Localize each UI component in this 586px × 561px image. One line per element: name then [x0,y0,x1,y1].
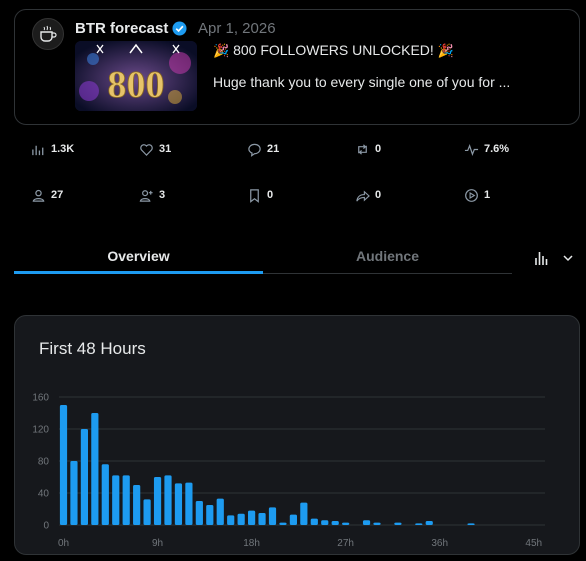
metric-value: 1 [484,189,491,201]
metric-value: 0 [375,189,382,201]
bar-hour-1[interactable] [70,461,78,525]
share-icon [356,189,370,201]
bar-hour-27[interactable] [342,522,350,525]
coffee-cup-logo-icon [40,25,57,42]
avatar[interactable] [32,18,64,50]
y-tick-label: 0 [43,521,49,532]
x-tick-label: 45h [525,538,542,549]
bar-hour-23[interactable] [300,502,308,525]
x-tick-label: 0h [58,538,69,549]
bar-hour-22[interactable] [289,514,297,525]
bar-hour-5[interactable] [112,475,120,525]
bar-hour-0[interactable] [59,405,68,525]
metric-shares[interactable]: 0 [355,187,381,203]
follows-icon [139,189,153,202]
party-popper-icon: 🎉 [213,43,230,58]
like-icon [140,143,153,156]
x-tick-label: 27h [337,538,354,549]
bar-hour-9[interactable] [153,477,162,525]
post-excerpt: Huge thank you to every single one of yo… [213,74,511,90]
x-tick-label: 36h [431,538,448,549]
metric-likes[interactable]: 31 [139,141,171,157]
y-tick-label: 40 [38,489,50,500]
metric-value: 0 [375,143,382,155]
metric-video-views[interactable]: 1 [464,187,490,203]
post-thumbnail[interactable]: 800 [75,41,197,111]
metric-value: 21 [267,143,280,155]
metric-replies[interactable]: 21 [247,141,279,157]
verified-badge-icon [172,21,187,36]
bar-hour-6[interactable] [122,475,130,525]
bar-hour-19[interactable] [258,513,266,525]
metric-value: 31 [159,143,172,155]
post-author[interactable]: BTR forecast [75,20,168,37]
bar-hour-39[interactable] [467,523,475,525]
bar-hour-17[interactable] [237,513,245,525]
bar-hour-24[interactable] [310,518,318,525]
y-tick-label: 160 [32,393,49,404]
video-views-icon [465,188,478,202]
chevron-down-icon [563,255,573,262]
bar-hour-11[interactable] [174,483,183,525]
y-tick-label: 120 [32,425,49,436]
tab-audience[interactable]: Audience [263,240,512,273]
analytics-tabs: Overview Audience [14,240,512,274]
post-card[interactable]: BTR forecast Apr 1, 2026 800 🎉 800 FOLLO… [14,9,580,125]
metric-profile-visits[interactable]: 27 [31,187,63,203]
bar-hour-35[interactable] [425,521,433,525]
bar-hour-26[interactable] [331,521,339,525]
bar-hour-7[interactable] [133,485,141,525]
bar-hour-32[interactable] [394,522,402,525]
metric-impressions[interactable]: 1.3K [31,141,74,157]
metric-bookmarks[interactable]: 0 [247,187,273,203]
bar-hour-4[interactable] [101,464,109,525]
metric-value: 0 [267,189,274,201]
bar-hour-15[interactable] [216,498,224,525]
bar-hour-29[interactable] [362,520,371,525]
bar-hour-10[interactable] [164,475,172,525]
y-tick-label: 80 [38,457,50,468]
bookmark-icon [250,188,259,203]
bar-hour-8[interactable] [143,499,151,525]
reply-icon [248,143,261,157]
impressions-icon [32,145,44,155]
chart-type-dropdown[interactable] [534,249,578,267]
profile-visits-icon [32,189,45,202]
metric-value: 1.3K [51,143,75,155]
bar-hour-3[interactable] [91,413,99,525]
bar-hour-18[interactable] [248,510,256,525]
bar-hour-14[interactable] [206,505,214,525]
bar-hour-2[interactable] [80,429,88,525]
metric-engagement-rate[interactable]: 7.6% [464,141,509,157]
metric-value: 7.6% [484,143,510,155]
chart-card: First 48 Hours 0 40 80 120 160 0h 9h 18h 27h 36h 4… [14,315,580,555]
post-date: Apr 1, 2026 [198,20,276,37]
repost-icon [358,143,367,155]
metric-value: 27 [51,189,64,201]
bar-hour-16[interactable] [227,515,235,525]
party-popper-icon: 🎉 [437,43,454,58]
post-headline-text: 800 FOLLOWERS UNLOCKED! [233,42,434,58]
bar-hour-30[interactable] [373,522,381,525]
bar-hour-20[interactable] [268,507,277,525]
active-tab-indicator [14,271,263,274]
bar-hour-12[interactable] [185,482,193,525]
bar-chart-icon [535,252,548,265]
x-tick-label: 18h [243,538,260,549]
bar-hour-21[interactable] [279,522,287,525]
metric-reposts[interactable]: 0 [355,141,381,157]
bar-hour-25[interactable] [321,520,329,525]
x-tick-label: 9h [152,538,163,549]
metric-value: 3 [159,189,166,201]
bar-hour-34[interactable] [415,523,423,525]
tab-overview[interactable]: Overview [14,240,263,273]
first-48-hours-bar-chart: 0 40 80 120 160 0h 9h 18h 27h 36h 45h [32,393,545,549]
metric-follows[interactable]: 3 [139,187,165,203]
post-headline: 🎉 800 FOLLOWERS UNLOCKED! 🎉 [213,42,454,59]
thumbnail-800-text: 800 [108,64,165,106]
engagement-rate-icon [464,143,479,156]
bar-hour-13[interactable] [195,501,203,525]
